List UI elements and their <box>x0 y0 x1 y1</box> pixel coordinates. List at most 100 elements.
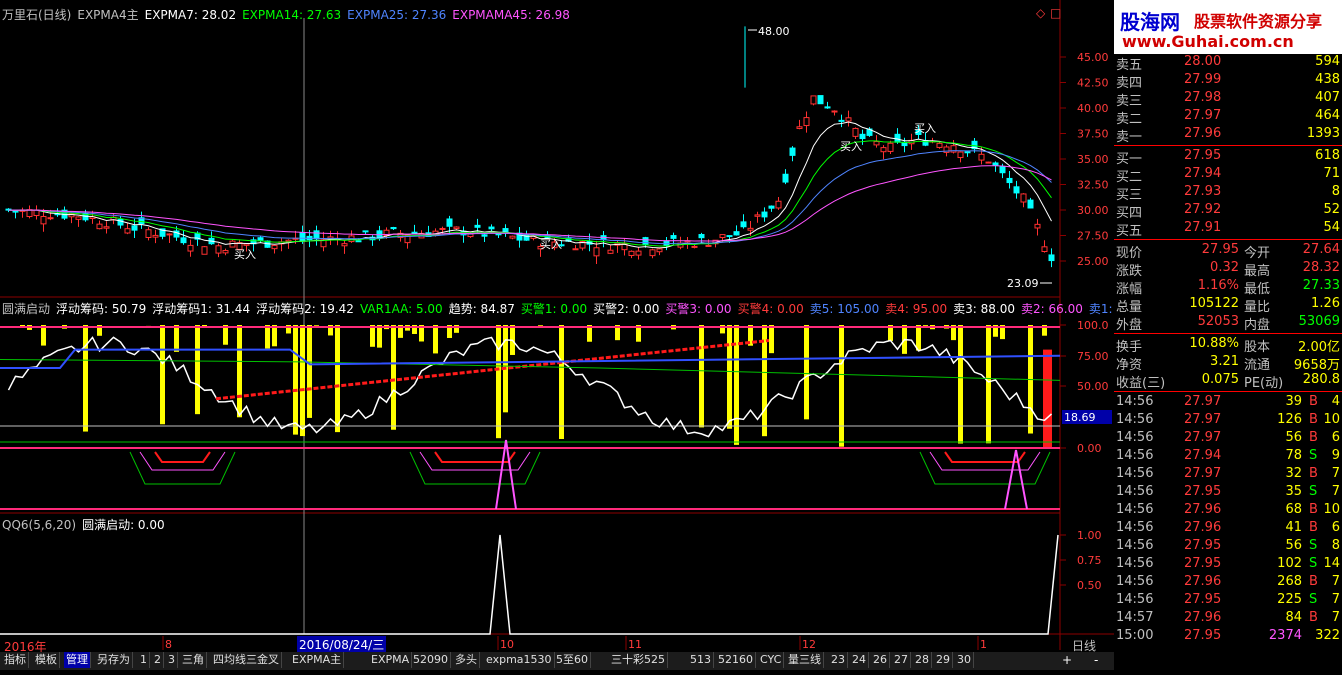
toolbar-button[interactable]: 指标 <box>2 652 29 668</box>
candle-body <box>642 237 649 246</box>
candle-body <box>999 166 1006 174</box>
stat-row: 外盘 52053 内盘 53069 <box>1114 314 1342 333</box>
stat-row: 收益(三) 0.075 PE(动) 280.8 <box>1114 372 1342 391</box>
zoom-in-button[interactable]: + <box>1062 653 1072 667</box>
toolbar-button[interactable]: 27 <box>892 652 911 668</box>
square-icon[interactable]: □ <box>1050 6 1061 20</box>
toolbar-button[interactable]: expma1530 <box>484 652 555 668</box>
bid-row: 买三 27.93 8 <box>1114 184 1342 203</box>
sub2-title: QQ6(5,6,20) <box>2 518 77 532</box>
toolbar-button[interactable]: 52090 <box>411 652 451 668</box>
buy3-value: 买警3: 0.00 <box>665 302 732 316</box>
stock-title: 万里石(日线) <box>2 8 72 22</box>
toolbar-button[interactable]: 三角 <box>180 652 207 668</box>
tick-side: B <box>1309 502 1318 517</box>
indicator-bar <box>314 325 319 326</box>
candle-body <box>782 173 789 183</box>
indicator-bar <box>335 325 340 433</box>
logo-url: www.Guhai.com.cn <box>1122 32 1294 51</box>
candle-body <box>845 117 852 122</box>
toolbar-button[interactable]: 23 <box>829 652 848 668</box>
tick-volume: 35 <box>1285 484 1302 499</box>
candle-body <box>1006 177 1013 184</box>
toolbar-button[interactable]: 三十彩525 <box>609 652 668 668</box>
toolbar-button[interactable]: 28 <box>913 652 932 668</box>
chart-canvas[interactable]: 45.0042.5040.0037.5035.0032.5030.0027.50… <box>0 0 1114 675</box>
candle-body <box>474 224 481 228</box>
candle-body <box>362 230 369 233</box>
price-tick-label: 42.50 <box>1077 77 1109 90</box>
tick-count: 14 <box>1323 556 1340 571</box>
candle-body <box>817 95 824 105</box>
toolbar-button[interactable]: 26 <box>871 652 890 668</box>
indicator-bar <box>174 325 179 352</box>
toolbar-button[interactable]: 3 <box>166 652 178 668</box>
tick-count: 4 <box>1331 394 1340 409</box>
ask-volume: 407 <box>1315 90 1340 105</box>
tick-time: 14:56 <box>1116 430 1154 445</box>
cursor-date: 2016/08/24/三 <box>297 636 387 653</box>
bid-volume: 54 <box>1323 220 1340 235</box>
stat-value: 28.32 <box>1302 260 1340 275</box>
toolbar-button[interactable]: 24 <box>850 652 869 668</box>
toolbar-button[interactable]: 5至60 <box>554 652 591 668</box>
buy-signal-label: 买入 <box>540 238 562 251</box>
candle-body <box>852 127 859 137</box>
ask-label: 卖一 <box>1116 130 1143 145</box>
bid-price: 27.93 <box>1184 184 1222 199</box>
toolbar-button[interactable]: 513 <box>688 652 714 668</box>
toolbar-button[interactable]: 1 <box>138 652 150 668</box>
tick-time: 14:56 <box>1116 502 1154 517</box>
toolbar-button[interactable]: EXPMA <box>369 652 413 668</box>
price-tick-label: 45.00 <box>1077 51 1109 64</box>
candle-body <box>1041 246 1048 253</box>
tick-row: 14:56 27.94 78 S 9 <box>1114 448 1342 466</box>
toolbar-button[interactable]: CYC <box>758 652 785 668</box>
bid-label: 买四 <box>1116 206 1143 221</box>
toolbar-button[interactable]: 模板 <box>33 652 60 668</box>
bid-price: 27.94 <box>1184 166 1222 181</box>
candle-body <box>705 244 712 247</box>
candle-body <box>257 237 264 241</box>
tick-volume: 2374 <box>1268 628 1302 643</box>
diamond-icon[interactable]: ◇ <box>1036 6 1045 20</box>
tick-row: 14:57 27.96 84 B 7 <box>1114 610 1342 628</box>
candle-body <box>593 247 600 257</box>
toolbar-button[interactable]: 管理 <box>64 652 91 668</box>
candle-body <box>467 233 474 238</box>
toolbar-button[interactable]: 四均线三金叉 <box>211 652 282 668</box>
candle-body <box>453 226 460 229</box>
toolbar-button[interactable]: 另存为 <box>95 652 133 668</box>
toolbar-button[interactable]: 2 <box>152 652 164 668</box>
tick-count: 6 <box>1331 430 1340 445</box>
indicator-bar <box>293 325 298 435</box>
price-tick-label: 27.50 <box>1077 230 1109 243</box>
price-tick-label: 30.00 <box>1077 204 1109 217</box>
tick-time: 14:56 <box>1116 574 1154 589</box>
candle-body <box>131 225 138 231</box>
tick-volume: 56 <box>1285 538 1302 553</box>
toolbar-button[interactable]: 30 <box>955 652 974 668</box>
stat-value: 280.8 <box>1302 372 1340 387</box>
tick-price: 27.95 <box>1184 538 1222 553</box>
indicator-bar <box>804 325 809 420</box>
main-chart-header: 万里石(日线) EXPMA4主 EXPMA7: 28.02 EXPMA14: 27.6… <box>2 6 576 23</box>
tick-time: 14:56 <box>1116 394 1154 409</box>
toolbar-button[interactable]: 量三线 <box>786 652 824 668</box>
tick-time: 14:56 <box>1116 556 1154 571</box>
toolbar-button[interactable]: EXPMA主 <box>290 652 345 668</box>
candle-body <box>390 227 397 230</box>
divider <box>1114 239 1342 240</box>
tick-volume: 39 <box>1285 394 1302 409</box>
f3-value: 浮动筹码2: 19.42 <box>256 302 354 316</box>
tick-side: S <box>1309 538 1318 553</box>
toolbar-button[interactable]: 52160 <box>716 652 756 668</box>
sell3-value: 卖3: 88.00 <box>953 302 1015 316</box>
toolbar-button[interactable]: 29 <box>934 652 953 668</box>
tick-volume: 84 <box>1285 610 1302 625</box>
zoom-out-button[interactable]: - <box>1094 653 1098 667</box>
sub2-tick-label: 1.00 <box>1077 529 1102 542</box>
price-tick-label: 32.50 <box>1077 179 1109 192</box>
indicator-bar <box>1043 349 1052 448</box>
toolbar-button[interactable]: 多头 <box>453 652 480 668</box>
